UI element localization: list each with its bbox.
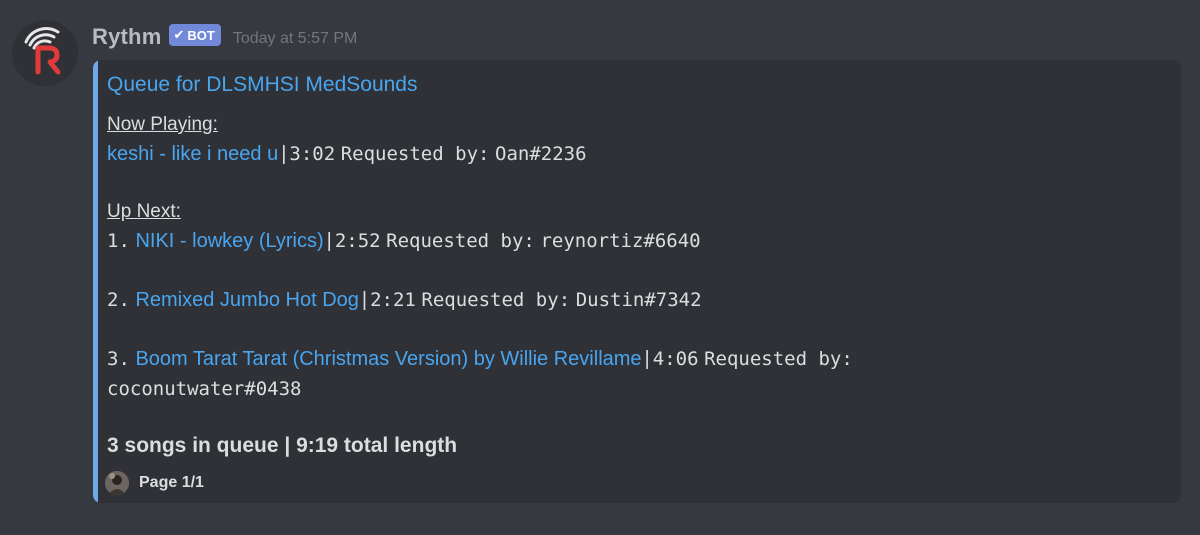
user-avatar-icon [105,471,129,495]
queue-item: 3. Boom Tarat Tarat (Christmas Version) … [107,348,853,371]
bot-badge-label: BOT [187,27,215,43]
queue-item: 2. Remixed Jumbo Hot Dog | 2:21 Requested … [107,289,702,312]
queue-item-requester: reynortiz#6640 [540,230,701,252]
queue-item-index: 1. [107,230,130,252]
up-next-heading: Up Next: [107,200,181,223]
now-playing-track-link[interactable]: keshi - like i need u [107,143,278,165]
queue-item-index: 3. [107,348,130,370]
chat-message: Rythm ✔ BOT Today at 5:57 PM Queue for D… [0,0,1200,535]
check-icon: ✔ [173,27,185,42]
queue-item-duration: 4:06 [652,348,699,370]
message-header: Rythm ✔ BOT Today at 5:57 PM [92,22,357,52]
bot-badge: ✔ BOT [169,24,221,46]
requested-by-label: Requested by: [704,348,853,370]
now-playing-label: Now Playing: [107,114,218,135]
up-next-label: Up Next: [107,201,181,222]
page-indicator: Page 1/1 [139,474,204,491]
queue-item-requester: Dustin#7342 [575,289,702,311]
embed-accent-bar [93,60,98,503]
separator: | [361,289,368,311]
queue-item-track-link[interactable]: NIKI - lowkey (Lyrics) [135,230,323,252]
queue-item-requester: coconutwater#0438 [107,378,302,400]
requested-by-label: Requested by: [386,230,535,252]
requested-by-label: Requested by: [421,289,571,311]
queue-embed: Queue for DLSMHSI MedSounds Now Playing:… [93,60,1181,503]
separator: | [281,143,287,165]
now-playing-heading: Now Playing: [107,113,218,136]
message-timestamp[interactable]: Today at 5:57 PM [233,30,358,48]
queue-item-duration: 2:21 [370,289,416,311]
queue-summary-text: 3 songs in queue | 9:19 total length [107,434,458,457]
queue-item-index: 2. [107,289,130,311]
now-playing-row: keshi - like i need u | 3:02 Requested by:… [107,143,587,166]
queue-item-track-link[interactable]: Boom Tarat Tarat (Christmas Version) by … [135,348,641,370]
embed-footer: Page 1/1 [105,471,204,495]
now-playing-duration: 3:02 [289,143,336,165]
queue-summary: 3 songs in queue | 9:19 total length [107,434,457,458]
embed-title[interactable]: Queue for DLSMHSI MedSounds [107,73,418,97]
queue-item-duration: 2:52 [334,230,381,252]
queue-item-track-link[interactable]: Remixed Jumbo Hot Dog [135,289,358,311]
separator: | [326,230,332,252]
requested-by-label: Requested by: [340,143,490,165]
queue-item-requester-wrap: coconutwater#0438 [107,378,301,401]
rythm-logo-icon[interactable] [12,20,78,86]
now-playing-requester: Oan#2236 [495,143,587,165]
separator: | [644,348,650,370]
author-name[interactable]: Rythm [92,24,161,50]
queue-item: 1. NIKI - lowkey (Lyrics) | 2:52 Requested… [107,230,701,253]
